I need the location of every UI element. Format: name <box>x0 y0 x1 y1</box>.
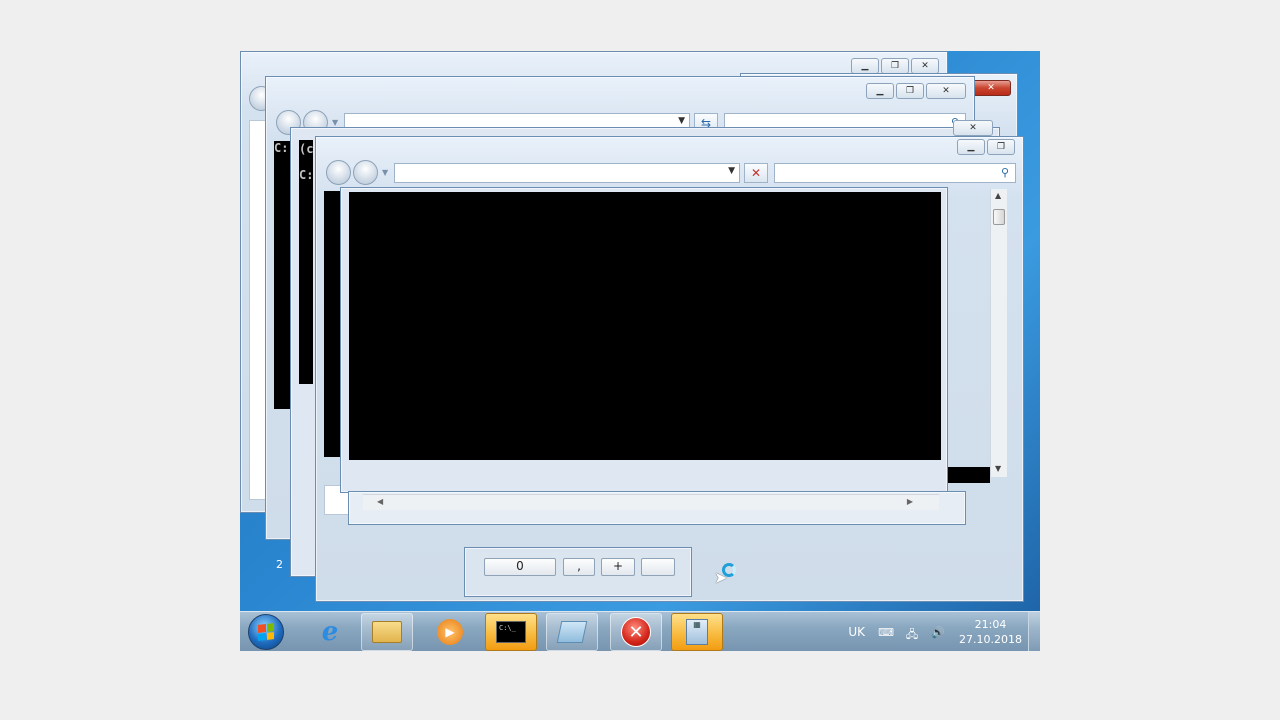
scroll-up-icon[interactable]: ▲ <box>995 191 1001 200</box>
window-back-2-controls: ✕ <box>971 80 1011 96</box>
clock-date: 27.10.2018 <box>959 633 1022 646</box>
taskbar: e ▶ C:\_ ✕ ▦ UK ⌨ 🖧 🔊 21:04 27.10.2018 <box>240 611 1040 651</box>
address-dropdown-icon[interactable]: ▼ <box>728 166 735 176</box>
taskbar-media-player[interactable]: ▶ <box>424 613 476 651</box>
scroll-left-icon[interactable]: ◀ <box>377 497 383 506</box>
taskbar-command-prompt[interactable]: C:\_ <box>485 613 537 651</box>
scroll-right-icon[interactable]: ▶ <box>907 497 913 506</box>
calc-key-equals[interactable] <box>641 558 675 576</box>
notepad-icon <box>556 621 588 643</box>
calc-key-zero[interactable]: 0 <box>484 558 556 576</box>
search-icon[interactable]: ⚲ <box>1001 166 1009 179</box>
network-icon[interactable]: 🖧 <box>904 626 920 641</box>
command-prompt-icon: C:\_ <box>496 621 526 643</box>
busy-spinner-icon <box>722 563 736 577</box>
forward-arrow-icon[interactable] <box>353 160 378 185</box>
scroll-thumb[interactable] <box>993 209 1005 225</box>
recent-pages-dropdown-icon[interactable]: ▼ <box>382 168 388 177</box>
volume-icon[interactable]: 🔊 <box>930 626 946 639</box>
system-tray: UK ⌨ 🖧 🔊 21:04 27.10.2018 <box>848 612 1028 651</box>
error-icon: ✕ <box>621 617 651 647</box>
clock-time: 21:04 <box>974 618 1007 631</box>
console-copyright-text: (c <box>299 142 314 156</box>
search-box-2[interactable]: ⚲ <box>774 163 1016 183</box>
media-player-icon: ▶ <box>437 619 463 645</box>
close-button[interactable]: ✕ <box>911 58 939 74</box>
folder-icon <box>372 621 402 643</box>
language-indicator[interactable]: UK <box>848 625 865 639</box>
horizontal-scrollbar[interactable]: ◀ ▶ <box>363 494 939 510</box>
minimize-button[interactable]: ▁ <box>957 139 985 155</box>
windows-logo-icon <box>258 623 274 641</box>
close-button[interactable]: ✕ <box>971 80 1011 96</box>
window-explorer-1-controls: ▁ ❐ ✕ <box>866 83 966 99</box>
maximize-button[interactable]: ❐ <box>881 58 909 74</box>
window-calculator[interactable]: 0 , + <box>464 547 692 597</box>
close-button[interactable]: ✕ <box>953 120 993 136</box>
address-bar-2[interactable]: ▼ <box>394 163 740 183</box>
taskbar-notepad[interactable] <box>546 613 598 651</box>
console-strip <box>324 191 340 457</box>
navigation-buttons-2: ▼ <box>326 160 388 185</box>
show-desktop-button[interactable] <box>1028 612 1040 651</box>
window-back-1-controls: ▁ ❐ ✕ <box>851 58 939 74</box>
address-dropdown-icon[interactable]: ▼ <box>678 116 685 126</box>
back-arrow-icon[interactable] <box>326 160 351 185</box>
keyboard-icon[interactable]: ⌨ <box>878 626 894 639</box>
console-prompt-text-2: C: <box>299 168 314 182</box>
stop-button[interactable]: ✕ <box>744 163 768 183</box>
clock[interactable]: 21:04 27.10.2018 <box>959 617 1022 647</box>
taskbar-internet-explorer[interactable]: e <box>304 613 356 651</box>
window-explorer-2-controls: ▁ ❐ <box>957 139 1015 155</box>
maximize-button[interactable]: ❐ <box>896 83 924 99</box>
calc-key-plus[interactable]: + <box>601 558 635 576</box>
recent-pages-dropdown-icon[interactable]: ▼ <box>332 118 338 127</box>
taskbar-error[interactable]: ✕ <box>610 613 662 651</box>
taskbar-windows-explorer[interactable] <box>361 613 413 651</box>
window-front-console[interactable] <box>340 187 948 493</box>
minimize-button[interactable]: ▁ <box>851 58 879 74</box>
close-button[interactable]: ✕ <box>926 83 966 99</box>
start-button[interactable] <box>248 614 284 650</box>
scroll-down-icon[interactable]: ▼ <box>995 464 1001 473</box>
task-count-badge: 2 <box>276 558 283 571</box>
console-main-area <box>349 192 941 460</box>
console-prompt-text: C: <box>274 141 289 155</box>
minimize-button[interactable]: ▁ <box>866 83 894 99</box>
maximize-button[interactable]: ❐ <box>987 139 1015 155</box>
calculator-icon: ▦ <box>686 619 708 645</box>
vertical-scrollbar[interactable]: ▲ ▼ <box>990 189 1007 477</box>
desktop-screen: ▁ ❐ ✕ ✕ ▁ ❐ ✕ ▼ ▼ ⇆ ⚲ C: <box>240 51 1040 651</box>
window-frame-lower[interactable]: ◀ ▶ <box>348 491 966 525</box>
internet-explorer-icon: e <box>321 617 339 647</box>
taskbar-calculator[interactable]: ▦ <box>671 613 723 651</box>
calc-key-comma[interactable]: , <box>563 558 595 576</box>
window-console-2-controls: ✕ <box>953 120 993 136</box>
